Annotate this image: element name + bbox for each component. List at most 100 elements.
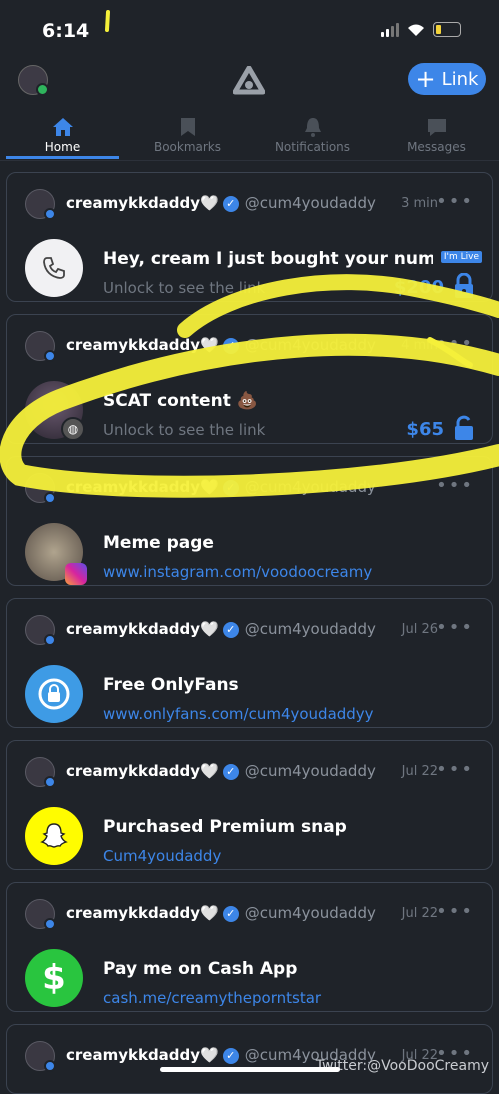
avatar[interactable] bbox=[25, 615, 56, 646]
more-options-icon[interactable]: ••• bbox=[436, 759, 474, 780]
more-options-icon[interactable]: ••• bbox=[436, 333, 474, 354]
handle: @cum4youdaddy bbox=[244, 620, 376, 638]
card-user: creamykkdaddy🤍 ✓ @cum4youdaddy bbox=[66, 194, 376, 212]
username: creamykkdaddy🤍 bbox=[66, 904, 219, 922]
post-time: 3 min bbox=[401, 196, 438, 211]
battery-icon bbox=[433, 22, 461, 37]
card-user: creamykkdaddy🤍 ✓ @cum4youdaddy bbox=[66, 620, 376, 638]
avatar[interactable] bbox=[25, 1041, 56, 1072]
card-title: Free OnlyFans bbox=[103, 675, 239, 695]
profile-photo: ◍ bbox=[25, 381, 85, 441]
clock: 6:14 bbox=[42, 20, 90, 42]
handle: @cum4youdaddy bbox=[244, 194, 376, 212]
card-subtitle: Unlock to see the link bbox=[103, 421, 266, 439]
instagram-icon bbox=[65, 563, 87, 585]
link-card[interactable]: creamykkdaddy🤍 ✓ @cum4youdaddy Jul 22 ••• … bbox=[6, 882, 493, 1012]
card-user: creamykkdaddy🤍 ✓ @cum4youdaddy bbox=[66, 336, 376, 354]
more-options-icon[interactable]: ••• bbox=[436, 475, 474, 496]
more-options-icon[interactable]: ••• bbox=[436, 901, 474, 922]
more-options-icon[interactable]: ••• bbox=[436, 191, 474, 212]
username: creamykkdaddy🤍 bbox=[66, 478, 219, 496]
live-badge: I'm Live bbox=[440, 251, 482, 263]
avatar[interactable] bbox=[25, 189, 56, 220]
tab-home-label: Home bbox=[44, 140, 81, 154]
phone-icon bbox=[25, 239, 83, 297]
username: creamykkdaddy🤍 bbox=[66, 762, 219, 780]
card-link[interactable]: www.instagram.com/voodoocreamy bbox=[103, 563, 372, 581]
card-header: creamykkdaddy🤍 ✓ @cum4youdaddy Jul 22 ••• bbox=[25, 757, 474, 788]
card-header: creamykkdaddy🤍 ✓ @cum4youdaddy 4 min ••• bbox=[25, 331, 474, 362]
tab-bar: Home Bookmarks Notifications Messages bbox=[0, 110, 499, 161]
message-icon bbox=[427, 119, 446, 136]
link-card[interactable]: creamykkdaddy🤍 ✓ @cum4youdaddy 3 min ••• H… bbox=[6, 172, 493, 302]
signal-icon bbox=[381, 22, 399, 37]
home-indicator[interactable] bbox=[160, 1067, 340, 1072]
card-subtitle: Unlock to see the link bbox=[103, 279, 266, 297]
card-header: creamykkdaddy🤍 ✓ @cum4youdaddy ••• bbox=[25, 473, 474, 504]
watermark: Twitter:@VooDooCreamy bbox=[315, 1058, 489, 1074]
link-card[interactable]: creamykkdaddy🤍 ✓ @cum4youdaddy Jul 26 ••• … bbox=[6, 598, 493, 728]
wifi-icon bbox=[408, 24, 424, 36]
verified-icon: ✓ bbox=[222, 196, 239, 212]
tab-bookmarks[interactable]: Bookmarks bbox=[125, 110, 250, 160]
tab-bookmarks-label: Bookmarks bbox=[153, 140, 222, 154]
card-link[interactable]: Cum4youdaddy bbox=[103, 847, 221, 865]
card-user: creamykkdaddy🤍 ✓ @cum4youdaddy bbox=[66, 478, 376, 496]
card-header: creamykkdaddy🤍 ✓ @cum4youdaddy Jul 22 ••• bbox=[25, 899, 474, 930]
link-card[interactable]: creamykkdaddy🤍 ✓ @cum4youdaddy ••• Meme pa… bbox=[6, 456, 493, 586]
add-link-label: Link bbox=[441, 68, 479, 90]
snapchat-icon bbox=[25, 807, 83, 865]
profile-avatar[interactable] bbox=[18, 65, 49, 96]
price: $65 bbox=[406, 419, 444, 440]
active-tab-indicator bbox=[6, 156, 119, 159]
card-user: creamykkdaddy🤍 ✓ @cum4youdaddy bbox=[66, 904, 376, 922]
add-link-button[interactable]: + Link bbox=[408, 63, 486, 95]
card-link[interactable]: cash.me/creamytheporntstar bbox=[103, 989, 321, 1007]
card-user: creamykkdaddy🤍 ✓ @cum4youdaddy bbox=[66, 762, 376, 780]
avatar[interactable] bbox=[25, 899, 56, 930]
handle: @cum4youdaddy bbox=[244, 904, 376, 922]
handle: @cum4youdaddy bbox=[244, 478, 376, 496]
username: creamykkdaddy🤍 bbox=[66, 336, 219, 354]
card-title: Hey, cream I just bought your numb... bbox=[103, 249, 433, 269]
tab-home[interactable]: Home bbox=[0, 110, 125, 160]
card-title: SCAT content 💩 bbox=[103, 391, 258, 411]
home-icon bbox=[52, 118, 73, 136]
tab-messages[interactable]: Messages bbox=[374, 110, 499, 160]
username: creamykkdaddy🤍 bbox=[66, 1046, 219, 1064]
price: $200 bbox=[393, 277, 444, 298]
tab-notifications[interactable]: Notifications bbox=[250, 110, 375, 160]
card-title: Pay me on Cash App bbox=[103, 959, 298, 979]
card-header: creamykkdaddy🤍 ✓ @cum4youdaddy 3 min ••• bbox=[25, 189, 474, 220]
username: creamykkdaddy🤍 bbox=[66, 620, 219, 638]
post-time: Jul 22 bbox=[401, 764, 438, 779]
instagram-photo bbox=[25, 523, 87, 585]
more-options-icon[interactable]: ••• bbox=[436, 617, 474, 638]
handle: @cum4youdaddy bbox=[244, 762, 376, 780]
card-header: creamykkdaddy🤍 ✓ @cum4youdaddy Jul 26 ••• bbox=[25, 615, 474, 646]
link-card[interactable]: creamykkdaddy🤍 ✓ @cum4youdaddy 4 min ••• ◍… bbox=[6, 314, 493, 444]
system-icons bbox=[381, 22, 461, 37]
card-link[interactable]: www.onlyfans.com/cum4youdaddyy bbox=[103, 705, 374, 723]
username: creamykkdaddy🤍 bbox=[66, 194, 219, 212]
post-time: Jul 22 bbox=[401, 906, 438, 921]
verified-icon: ✓ bbox=[222, 622, 239, 638]
verified-icon: ✓ bbox=[222, 764, 239, 780]
avatar[interactable] bbox=[25, 757, 56, 788]
link-card[interactable]: creamykkdaddy🤍 ✓ @cum4youdaddy Jul 22 ••• … bbox=[6, 740, 493, 870]
avatar[interactable] bbox=[25, 473, 56, 504]
card-title: Meme page bbox=[103, 533, 214, 553]
verified-icon: ✓ bbox=[222, 338, 239, 354]
verified-icon: ✓ bbox=[222, 1048, 239, 1064]
top-header: + Link bbox=[0, 60, 499, 100]
yellow-marker-tick bbox=[105, 10, 110, 32]
tab-messages-label: Messages bbox=[407, 140, 466, 154]
handle: @cum4youdaddy bbox=[244, 336, 376, 354]
post-time: Jul 26 bbox=[401, 622, 438, 637]
globe-icon: ◍ bbox=[61, 417, 85, 441]
unlocked-icon[interactable] bbox=[452, 415, 476, 441]
post-time: 4 min bbox=[401, 338, 438, 353]
onlyfans-icon bbox=[25, 665, 83, 723]
lock-icon[interactable] bbox=[452, 273, 476, 299]
avatar[interactable] bbox=[25, 331, 56, 362]
